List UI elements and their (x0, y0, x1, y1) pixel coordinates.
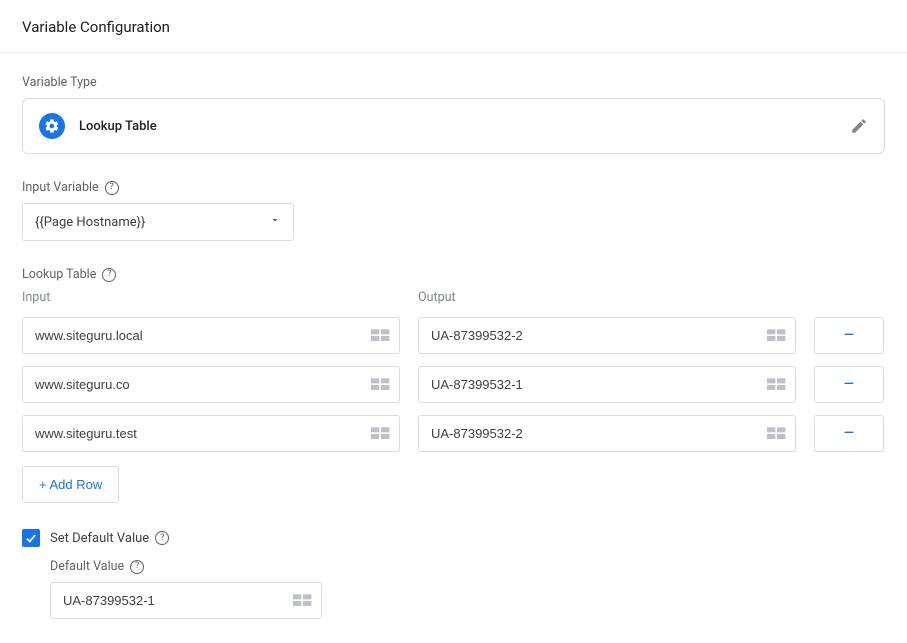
table-row: – (22, 415, 885, 452)
table-row: – (22, 317, 885, 354)
variable-type-name: Lookup Table (79, 119, 836, 134)
default-value-label-text: Default Value (50, 559, 124, 574)
lookup-input-column-header: Input (22, 290, 400, 305)
variable-picker-icon[interactable] (363, 367, 399, 402)
help-icon[interactable]: ? (130, 560, 144, 574)
set-default-label-text: Set Default Value (50, 531, 149, 546)
variable-picker-icon[interactable] (285, 583, 321, 618)
variable-type-label-text: Variable Type (22, 75, 97, 90)
lookup-output[interactable] (419, 416, 759, 451)
set-default-checkbox[interactable] (22, 529, 40, 547)
input-variable-value: {{Page Hostname}} (35, 215, 145, 230)
chevron-down-icon (269, 214, 281, 230)
lookup-input[interactable] (23, 416, 363, 451)
default-value-label: Default Value ? (50, 559, 885, 574)
help-icon[interactable]: ? (105, 181, 119, 195)
variable-picker-icon[interactable] (759, 416, 795, 451)
lookup-table-header: Input Output (22, 290, 885, 305)
lookup-output[interactable] (419, 367, 759, 402)
input-variable-label-text: Input Variable (22, 180, 99, 195)
lookup-input-field[interactable] (22, 415, 400, 452)
variable-type-card[interactable]: Lookup Table (22, 98, 885, 154)
lookup-input[interactable] (23, 318, 363, 353)
variable-picker-icon[interactable] (363, 416, 399, 451)
table-row: – (22, 366, 885, 403)
divider (0, 52, 907, 53)
pencil-icon[interactable] (850, 117, 868, 135)
help-icon[interactable]: ? (155, 531, 169, 545)
gear-icon (39, 113, 65, 139)
input-variable-label: Input Variable ? (22, 180, 885, 195)
lookup-input-field[interactable] (22, 317, 400, 354)
lookup-table-label: Lookup Table ? (22, 267, 885, 282)
help-icon[interactable]: ? (102, 268, 116, 282)
remove-row-button[interactable]: – (814, 415, 884, 452)
variable-picker-icon[interactable] (363, 318, 399, 353)
lookup-input-field[interactable] (22, 366, 400, 403)
variable-picker-icon[interactable] (759, 367, 795, 402)
default-value-field[interactable] (50, 582, 322, 619)
remove-row-button[interactable]: – (814, 366, 884, 403)
page-title: Variable Configuration (22, 18, 885, 36)
set-default-label: Set Default Value ? (50, 531, 169, 546)
variable-type-label: Variable Type (22, 75, 885, 90)
remove-row-button[interactable]: – (814, 317, 884, 354)
lookup-table-label-text: Lookup Table (22, 267, 96, 282)
lookup-output-field[interactable] (418, 366, 796, 403)
variable-picker-icon[interactable] (759, 318, 795, 353)
lookup-output-field[interactable] (418, 415, 796, 452)
input-variable-select[interactable]: {{Page Hostname}} (22, 203, 294, 241)
add-row-button[interactable]: + Add Row (22, 466, 119, 503)
lookup-output-field[interactable] (418, 317, 796, 354)
lookup-input[interactable] (23, 367, 363, 402)
lookup-output-column-header: Output (418, 290, 796, 305)
default-value-input[interactable] (51, 583, 285, 618)
lookup-output[interactable] (419, 318, 759, 353)
